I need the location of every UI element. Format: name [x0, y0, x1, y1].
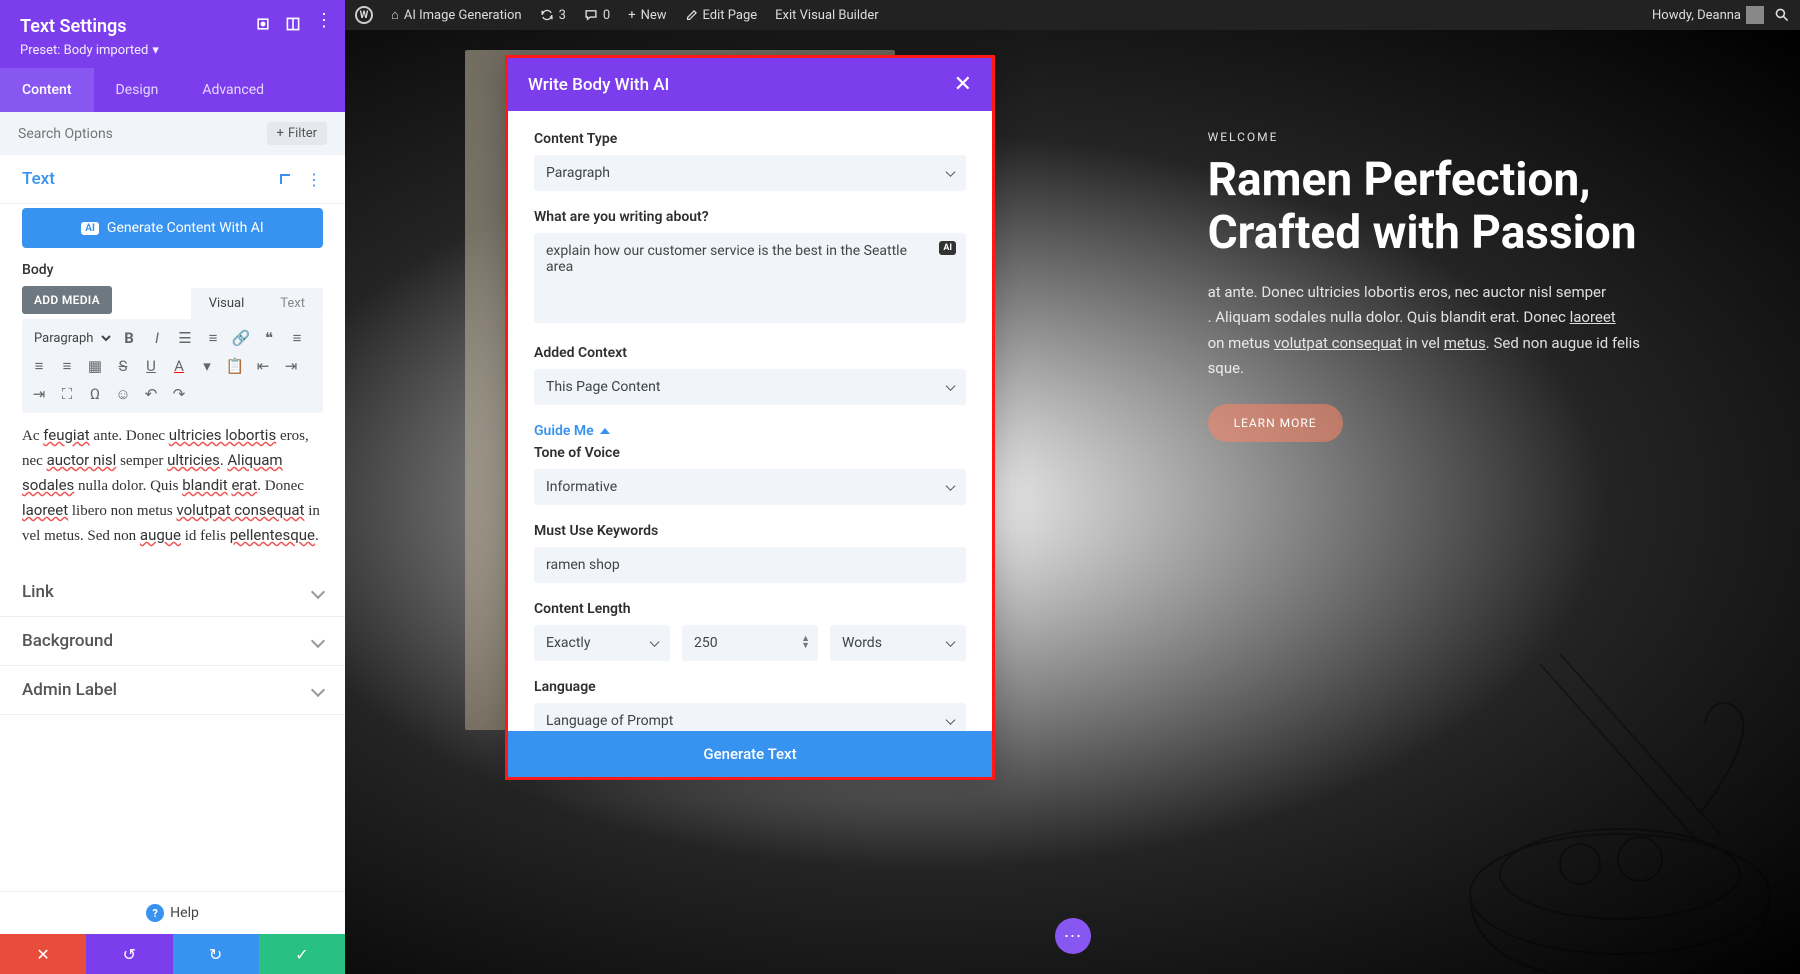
howdy-user[interactable]: Howdy, Deanna: [1652, 6, 1764, 24]
avatar: [1746, 6, 1764, 24]
generate-content-ai-button[interactable]: AIGenerate Content With AI: [22, 208, 323, 248]
settings-sidebar: Text Settings Preset: Body imported▾ ⋮ C…: [0, 0, 345, 974]
about-textarea[interactable]: [534, 233, 966, 323]
filter-button[interactable]: +Filter: [267, 122, 327, 145]
bold-icon[interactable]: B: [116, 325, 142, 351]
cancel-button[interactable]: ✕: [0, 934, 86, 974]
admin-search-icon[interactable]: [1774, 7, 1790, 23]
length-unit-select[interactable]: Words: [830, 625, 966, 661]
section-text-toggle[interactable]: Text⋮: [22, 169, 323, 189]
hero-body: at ante. Donec ultricies lobortis eros, …: [1208, 280, 1640, 382]
strikethrough-icon[interactable]: S: [110, 353, 136, 379]
generate-text-button[interactable]: Generate Text: [508, 731, 992, 777]
guide-me-toggle[interactable]: Guide Me: [534, 423, 966, 439]
link-icon[interactable]: 🔗: [228, 325, 254, 351]
close-icon[interactable]: ✕: [954, 72, 972, 97]
indent-icon[interactable]: ⇥: [278, 353, 304, 379]
preset-dropdown[interactable]: Preset: Body imported▾: [20, 43, 325, 58]
editor-tab-text[interactable]: Text: [262, 288, 323, 319]
ai-suggest-icon[interactable]: AI: [939, 241, 956, 255]
wp-logo[interactable]: W: [355, 6, 373, 24]
wp-admin-bar: W ⌂AI Image Generation 3 0 +New Edit Pag…: [345, 0, 1800, 30]
edit-page-link[interactable]: Edit Page: [685, 8, 758, 23]
emoji-icon[interactable]: ☺: [110, 381, 136, 407]
align-left-icon[interactable]: ≡: [284, 325, 310, 351]
hero-title: Ramen Perfection,Crafted with Passion: [1208, 154, 1640, 260]
redo-icon[interactable]: ↷: [166, 381, 192, 407]
about-label: What are you writing about?: [534, 209, 966, 225]
indent2-icon[interactable]: ⇥: [26, 381, 52, 407]
tab-content[interactable]: Content: [0, 68, 94, 112]
reset-icon[interactable]: [255, 16, 271, 32]
content-type-label: Content Type: [534, 131, 966, 147]
tone-select[interactable]: Informative: [534, 469, 966, 505]
body-label: Body: [0, 262, 345, 286]
length-value-input[interactable]: [682, 625, 818, 661]
length-mode-select[interactable]: Exactly: [534, 625, 670, 661]
undo-button[interactable]: ↺: [86, 934, 172, 974]
search-options-input[interactable]: [18, 126, 267, 142]
text-color-icon[interactable]: A: [166, 353, 192, 379]
exit-vb-link[interactable]: Exit Visual Builder: [775, 8, 878, 23]
context-select[interactable]: This Page Content: [534, 369, 966, 405]
bullet-list-icon[interactable]: ☰: [172, 325, 198, 351]
fullscreen-icon[interactable]: ⛶: [54, 381, 80, 407]
tone-label: Tone of Voice: [534, 445, 966, 461]
modal-title: Write Body With AI: [528, 75, 669, 95]
tab-design[interactable]: Design: [94, 68, 181, 112]
language-select[interactable]: Language of Prompt: [534, 703, 966, 731]
keywords-label: Must Use Keywords: [534, 523, 966, 539]
ai-icon: AI: [81, 222, 99, 235]
editor-body-content[interactable]: Ac feugiat ante. Donec ultricies loborti…: [22, 423, 323, 548]
quote-icon[interactable]: ❝: [256, 325, 282, 351]
chevron-down-icon: [311, 634, 325, 648]
expand-icon[interactable]: [285, 16, 301, 32]
section-more-icon[interactable]: ⋮: [306, 170, 323, 189]
help-icon: ?: [146, 904, 164, 922]
language-label: Language: [534, 679, 966, 695]
undo-icon[interactable]: ↶: [138, 381, 164, 407]
more-icon[interactable]: ⋮: [315, 16, 331, 32]
section-admin-label-toggle[interactable]: Admin Label: [22, 680, 323, 700]
content-type-select[interactable]: Paragraph: [534, 155, 966, 191]
comments-link[interactable]: 0: [584, 8, 610, 23]
learn-more-button[interactable]: LEARN MORE: [1208, 404, 1343, 442]
chevron-down-icon: [311, 585, 325, 599]
updates-link[interactable]: 3: [540, 8, 566, 23]
table-icon[interactable]: ▦: [82, 353, 108, 379]
redo-button[interactable]: ↻: [173, 934, 259, 974]
color-dropdown-icon[interactable]: ▾: [194, 353, 220, 379]
save-button[interactable]: ✓: [259, 934, 345, 974]
context-label: Added Context: [534, 345, 966, 361]
new-link[interactable]: +New: [628, 8, 666, 23]
numbered-list-icon[interactable]: ≡: [200, 325, 226, 351]
site-title-link[interactable]: ⌂AI Image Generation: [391, 7, 522, 23]
keywords-input[interactable]: [534, 547, 966, 583]
chevron-down-icon: [311, 683, 325, 697]
divi-fab-button[interactable]: ⋯: [1055, 918, 1091, 954]
editor-toolbar: Paragraph B I ☰ ≡ 🔗 ❝ ≡ ≡ ≡ ▦ S U A ▾ 📋 …: [22, 319, 323, 413]
special-char-icon[interactable]: Ω: [82, 381, 108, 407]
align-right-icon[interactable]: ≡: [54, 353, 80, 379]
paste-icon[interactable]: 📋: [222, 353, 248, 379]
underline-icon[interactable]: U: [138, 353, 164, 379]
italic-icon[interactable]: I: [144, 325, 170, 351]
triangle-up-icon: [600, 428, 610, 434]
length-label: Content Length: [534, 601, 966, 617]
outdent-icon[interactable]: ⇤: [250, 353, 276, 379]
section-background-toggle[interactable]: Background: [22, 631, 323, 651]
tab-advanced[interactable]: Advanced: [180, 68, 286, 112]
chevron-up-icon: [280, 174, 290, 184]
paragraph-dropdown[interactable]: Paragraph: [26, 325, 114, 351]
align-center-icon[interactable]: ≡: [26, 353, 52, 379]
hero-welcome: WELCOME: [1208, 130, 1640, 144]
ramen-illustration: [1420, 614, 1800, 974]
section-link-toggle[interactable]: Link: [22, 582, 323, 602]
help-link[interactable]: ?Help: [0, 891, 345, 934]
ai-modal: Write Body With AI ✕ Content Type Paragr…: [505, 55, 995, 780]
editor-tab-visual[interactable]: Visual: [191, 288, 263, 319]
